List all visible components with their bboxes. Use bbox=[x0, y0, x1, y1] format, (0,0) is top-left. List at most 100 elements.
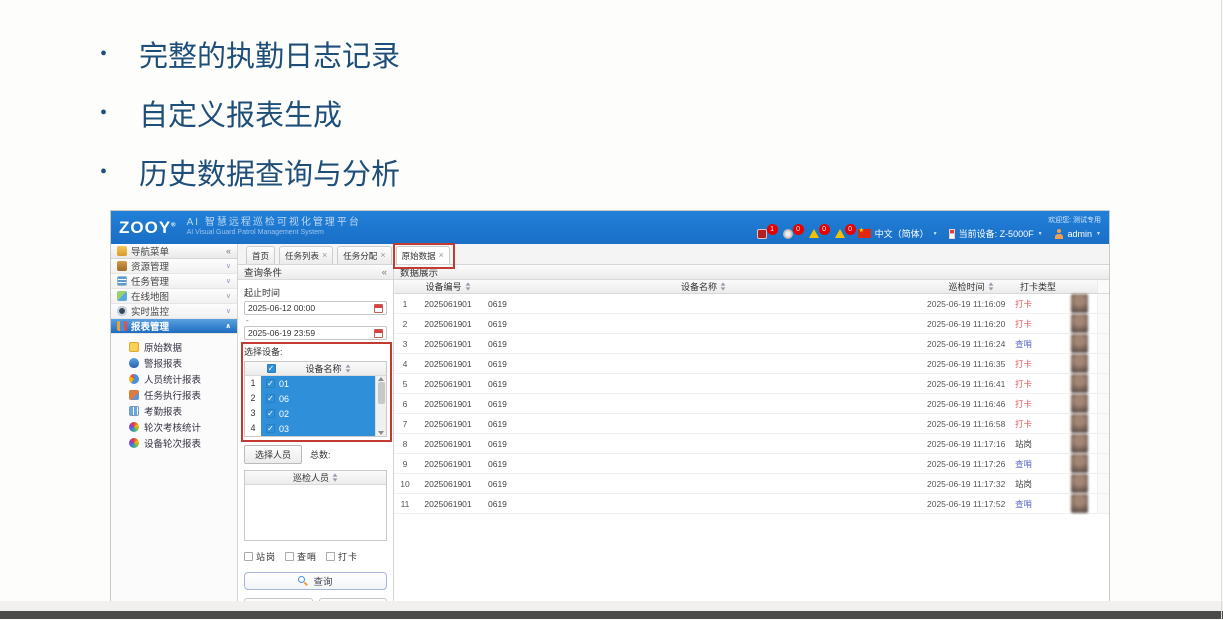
table-row[interactable]: 5 2025061901 0619 2025-06-19 11:16:41 打卡 bbox=[394, 374, 1109, 394]
device-name-column-header[interactable]: 设备名称 bbox=[305, 362, 341, 375]
calendar-icon[interactable] bbox=[374, 329, 383, 338]
tab-首页[interactable]: 首页 bbox=[246, 246, 275, 264]
sidebar-item-label: 实时监控 bbox=[131, 304, 169, 318]
table-row[interactable]: 7 2025061901 0619 2025-06-19 11:16:58 打卡 bbox=[394, 414, 1109, 434]
type-filter-checkbox-站岗[interactable]: 站岗 bbox=[244, 550, 276, 563]
device-name: 03 bbox=[279, 424, 289, 434]
sort-icon[interactable] bbox=[465, 282, 471, 291]
scroll-up-icon[interactable] bbox=[378, 377, 384, 381]
checkbox-checked-icon[interactable]: ✓ bbox=[266, 379, 275, 388]
sidebar-item-在线地图[interactable]: 在线地图 ∨ bbox=[111, 289, 237, 304]
patrol-photo[interactable] bbox=[1071, 454, 1088, 473]
cell-patrol-time: 2025-06-19 11:17:26 bbox=[927, 459, 1015, 469]
language-selector[interactable]: 中文（简体） ▼ bbox=[858, 227, 938, 240]
bullet-text: 自定义报表生成 bbox=[139, 92, 342, 134]
select-person-button[interactable]: 选择人员 bbox=[244, 445, 302, 464]
slide-bottom-bar bbox=[0, 611, 1223, 619]
tab-任务列表[interactable]: 任务列表 × bbox=[279, 246, 333, 264]
type-filter-checkbox-查哨[interactable]: 查哨 bbox=[285, 550, 317, 563]
patrol-photo[interactable] bbox=[1071, 474, 1088, 493]
sidebar-item-任务管理[interactable]: 任务管理 ∨ bbox=[111, 274, 237, 289]
cell-patrol-time: 2025-06-19 11:16:35 bbox=[927, 359, 1015, 369]
calendar-icon[interactable] bbox=[374, 304, 383, 313]
map-icon bbox=[117, 291, 127, 301]
notification-badge[interactable]: 1 bbox=[756, 228, 769, 240]
sort-icon[interactable] bbox=[345, 364, 351, 373]
sidebar-subitem-轮次考核统计[interactable]: 轮次考核统计 bbox=[111, 419, 237, 435]
person-column-header[interactable]: 巡检人员 bbox=[293, 471, 329, 484]
column-header-device-no[interactable]: 设备编号 bbox=[425, 280, 461, 293]
sidebar-subitem-原始数据[interactable]: 原始数据 bbox=[111, 339, 237, 355]
device-row[interactable]: 4 ✓ 03 bbox=[245, 421, 375, 436]
table-row[interactable]: 4 2025061901 0619 2025-06-19 11:16:35 打卡 bbox=[394, 354, 1109, 374]
tab-close-icon[interactable]: × bbox=[439, 251, 444, 260]
collapse-icon[interactable]: « bbox=[226, 246, 231, 256]
column-header-time[interactable]: 巡检时间 bbox=[948, 280, 984, 293]
sort-icon[interactable] bbox=[988, 282, 994, 291]
sidebar-header[interactable]: 导航菜单 « bbox=[111, 244, 237, 259]
device-row[interactable]: 2 ✓ 06 bbox=[245, 391, 375, 406]
notification-badge[interactable]: 0 bbox=[782, 228, 795, 240]
person-table-body bbox=[245, 485, 386, 540]
patrol-photo[interactable] bbox=[1071, 374, 1088, 393]
cell-type: 打卡 bbox=[1015, 358, 1061, 370]
sidebar-subitem-警报报表[interactable]: 警报报表 bbox=[111, 355, 237, 371]
patrol-photo[interactable] bbox=[1071, 334, 1088, 353]
checkbox-icon[interactable] bbox=[326, 552, 335, 561]
start-time-input[interactable]: 2025-06-12 00:00 bbox=[244, 301, 387, 315]
checkbox-checked-icon[interactable]: ✓ bbox=[266, 409, 275, 418]
slide-right-edge bbox=[1221, 0, 1222, 620]
end-time-input[interactable]: 2025-06-19 23:59 bbox=[244, 326, 387, 340]
cell-device-no: 2025061901 bbox=[416, 319, 480, 329]
sidebar-items: 资源管理 ∨ 任务管理 ∨ 在线地图 ∨ 实时监控 ∨ 报表管理 ∧ bbox=[111, 259, 237, 334]
sidebar-subitem-人员统计报表[interactable]: 人员统计报表 bbox=[111, 371, 237, 387]
table-row[interactable]: 8 2025061901 0619 2025-06-19 11:17:16 站岗 bbox=[394, 434, 1109, 454]
current-device-selector[interactable]: 当前设备: Z-5000F ▼ bbox=[949, 227, 1043, 240]
tab-原始数据[interactable]: 原始数据 × bbox=[396, 246, 450, 264]
table-row[interactable]: 3 2025061901 0619 2025-06-19 11:16:24 查哨 bbox=[394, 334, 1109, 354]
tab-任务分配[interactable]: 任务分配 × bbox=[337, 246, 391, 264]
user-menu[interactable]: admin ▼ bbox=[1054, 229, 1101, 239]
table-row[interactable]: 9 2025061901 0619 2025-06-19 11:17:26 查哨 bbox=[394, 454, 1109, 474]
sidebar-item-资源管理[interactable]: 资源管理 ∨ bbox=[111, 259, 237, 274]
select-all-checkbox[interactable]: ✓ bbox=[267, 364, 276, 373]
type-filter-checkbox-打卡[interactable]: 打卡 bbox=[326, 550, 358, 563]
table-row[interactable]: 11 2025061901 0619 2025-06-19 11:17:52 查… bbox=[394, 494, 1109, 514]
scroll-down-icon[interactable] bbox=[378, 431, 384, 435]
scrollbar-thumb[interactable] bbox=[378, 382, 385, 404]
sidebar-item-实时监控[interactable]: 实时监控 ∨ bbox=[111, 304, 237, 319]
table-row[interactable]: 6 2025061901 0619 2025-06-19 11:16:46 打卡 bbox=[394, 394, 1109, 414]
patrol-photo[interactable] bbox=[1071, 354, 1088, 373]
tab-close-icon[interactable]: × bbox=[380, 251, 385, 260]
patrol-photo[interactable] bbox=[1071, 394, 1088, 413]
patrol-photo[interactable] bbox=[1071, 294, 1088, 313]
table-row[interactable]: 1 2025061901 0619 2025-06-19 11:16:09 打卡 bbox=[394, 294, 1109, 314]
column-header-device-name[interactable]: 设备名称 bbox=[681, 280, 717, 293]
sort-icon[interactable] bbox=[332, 473, 338, 482]
cell-device-name: 0619 bbox=[480, 439, 927, 449]
device-table-scrollbar[interactable] bbox=[375, 376, 386, 436]
checkbox-checked-icon[interactable]: ✓ bbox=[266, 394, 275, 403]
device-row[interactable]: 1 ✓ 01 bbox=[245, 376, 375, 391]
device-row[interactable]: 3 ✓ 02 bbox=[245, 406, 375, 421]
patrol-photo[interactable] bbox=[1071, 414, 1088, 433]
notification-badge[interactable]: 0 bbox=[834, 228, 847, 240]
checkbox-icon[interactable] bbox=[285, 552, 294, 561]
notification-badge[interactable]: 0 bbox=[808, 228, 821, 240]
sidebar-item-报表管理[interactable]: 报表管理 ∧ bbox=[111, 319, 237, 334]
cell-type: 打卡 bbox=[1015, 318, 1061, 330]
table-row[interactable]: 10 2025061901 0619 2025-06-19 11:17:32 站… bbox=[394, 474, 1109, 494]
sort-icon[interactable] bbox=[720, 282, 726, 291]
tab-close-icon[interactable]: × bbox=[322, 251, 327, 260]
sidebar-subitem-设备轮次报表[interactable]: 设备轮次报表 bbox=[111, 435, 237, 451]
sidebar-subitem-考勤报表[interactable]: 考勤报表 bbox=[111, 403, 237, 419]
sidebar-subitem-任务执行报表[interactable]: 任务执行报表 bbox=[111, 387, 237, 403]
checkbox-icon[interactable] bbox=[244, 552, 253, 561]
patrol-photo[interactable] bbox=[1071, 314, 1088, 333]
patrol-photo[interactable] bbox=[1071, 434, 1088, 453]
search-button[interactable]: 查询 bbox=[244, 572, 387, 590]
checkbox-checked-icon[interactable]: ✓ bbox=[266, 424, 275, 433]
table-row[interactable]: 2 2025061901 0619 2025-06-19 11:16:20 打卡 bbox=[394, 314, 1109, 334]
collapse-icon[interactable]: « bbox=[382, 267, 387, 278]
patrol-photo[interactable] bbox=[1071, 494, 1088, 513]
